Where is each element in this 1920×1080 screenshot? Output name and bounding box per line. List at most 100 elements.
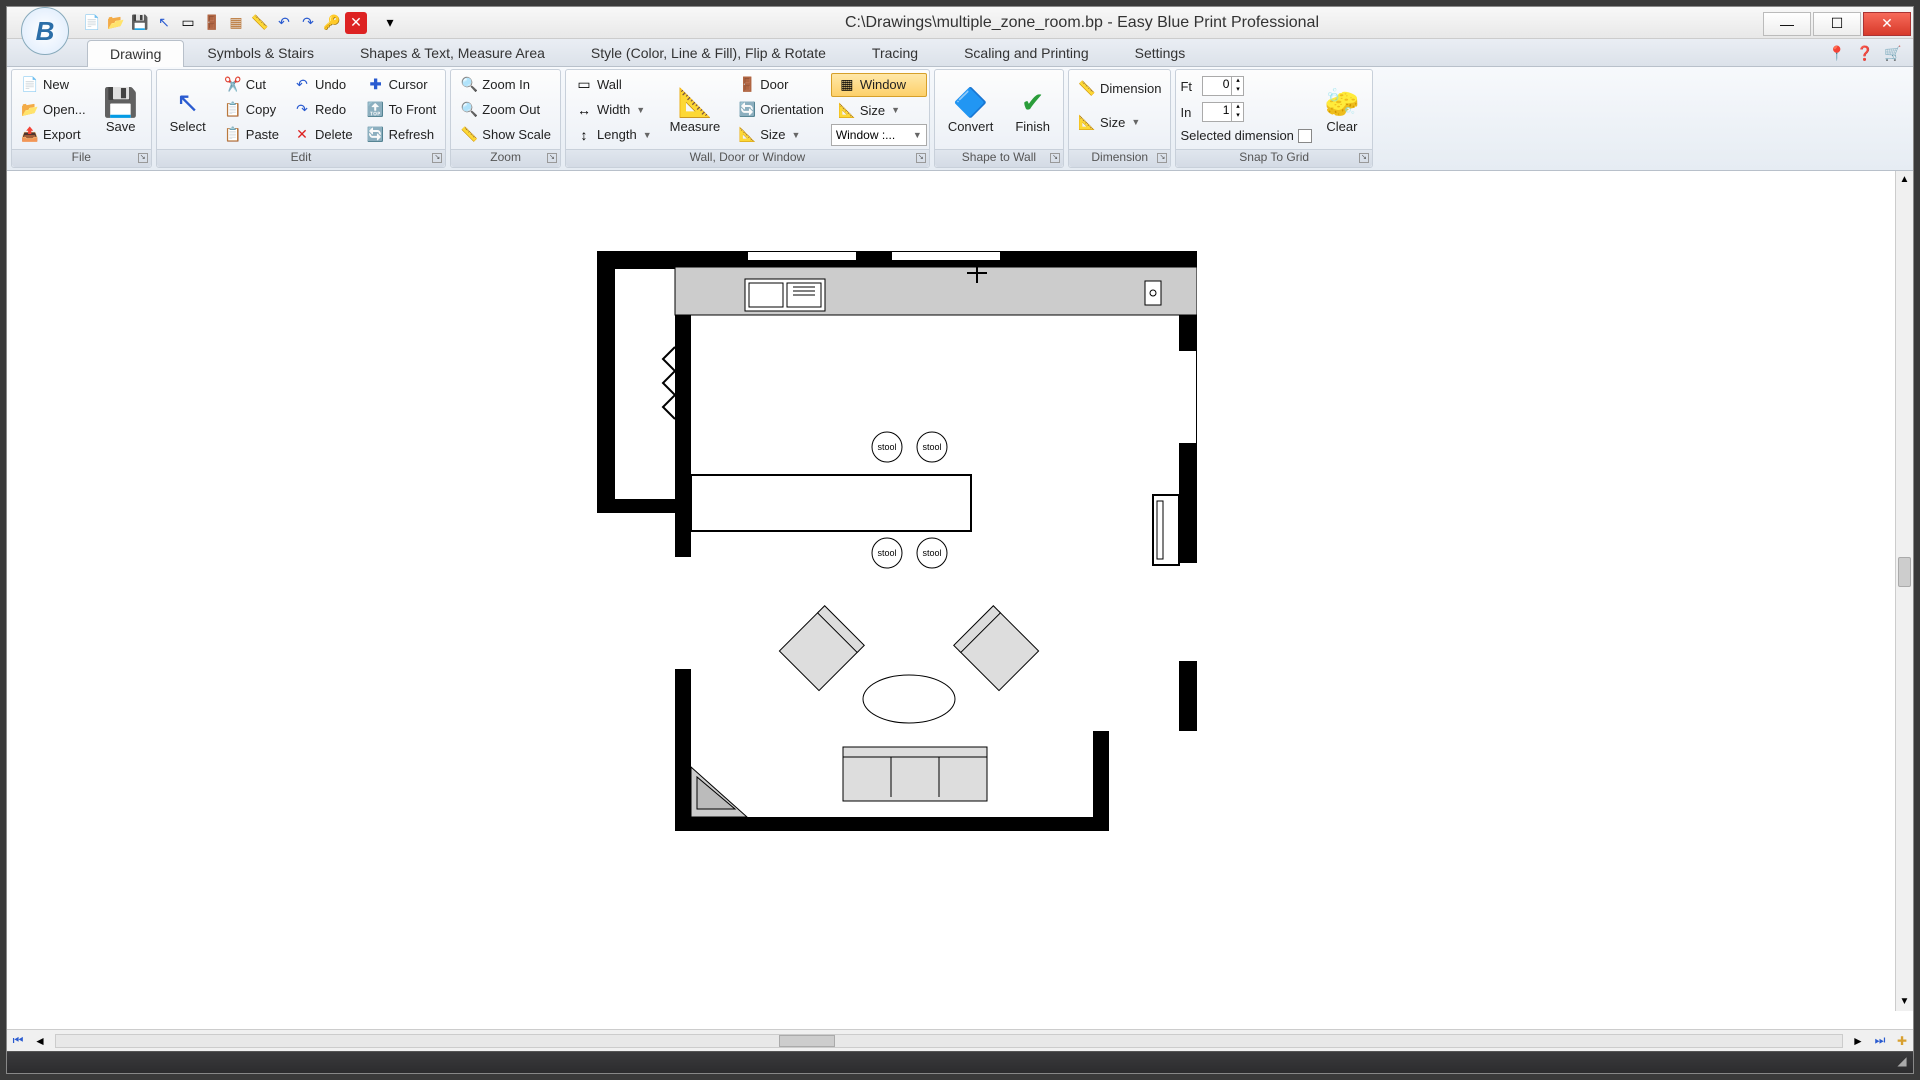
scroll-right-icon[interactable]: ► <box>1847 1034 1869 1048</box>
qat-window-icon[interactable]: ▦ <box>225 12 247 34</box>
wall-button[interactable]: ▭Wall <box>568 73 659 97</box>
cut-icon: ✂️ <box>224 76 242 94</box>
cursor-button[interactable]: ✚Cursor <box>360 73 444 97</box>
tab-drawing[interactable]: Drawing <box>87 40 184 67</box>
horizontal-scrollbar[interactable]: ⏮ ◄ ► ⏭ ✚ <box>7 1029 1913 1051</box>
delete-icon: ✕ <box>293 126 311 144</box>
convert-button[interactable]: 🔷Convert <box>937 72 1005 147</box>
zoomout-icon: 🔍 <box>460 101 478 119</box>
tab-shapes[interactable]: Shapes & Text, Measure Area <box>337 39 568 66</box>
qat-close-icon[interactable]: ✕ <box>345 12 367 34</box>
drawing-canvas[interactable]: ⇑ <box>7 171 1913 1029</box>
vscroll-thumb[interactable] <box>1898 557 1911 587</box>
cart-icon[interactable]: 🛒 <box>1883 43 1903 63</box>
tab-scaling[interactable]: Scaling and Printing <box>941 39 1112 66</box>
dim-size-button[interactable]: 📐Size▼ <box>1071 110 1168 134</box>
wdw-launcher[interactable]: ↘ <box>916 153 926 163</box>
title-bar: B 📄 📂 💾 ↖ ▭ 🚪 ▦ 📏 ↶ ↷ 🔑 ✕ ▾ C:\Drawings\… <box>7 7 1913 39</box>
dimension-button[interactable]: 📏Dimension <box>1071 76 1168 100</box>
size2-icon: 📐 <box>838 101 856 119</box>
save-button[interactable]: 💾Save <box>93 72 149 147</box>
tab-style[interactable]: Style (Color, Line & Fill), Flip & Rotat… <box>568 39 849 66</box>
vertical-scrollbar[interactable]: ▲ ▼ <box>1895 171 1913 1011</box>
door-button[interactable]: 🚪Door <box>731 73 831 97</box>
app-menu-button[interactable]: B <box>21 7 69 55</box>
shape-launcher[interactable]: ↘ <box>1050 153 1060 163</box>
in-input[interactable]: 1▴▾ <box>1202 102 1244 122</box>
qat-redo-icon[interactable]: ↷ <box>297 12 319 34</box>
delete-button[interactable]: ✕Delete <box>286 123 360 147</box>
length-button[interactable]: ↕Length▼ <box>568 123 659 147</box>
tab-settings[interactable]: Settings <box>1112 39 1209 66</box>
qat-customize-icon[interactable]: ▾ <box>379 12 401 34</box>
minimize-button[interactable]: — <box>1763 12 1811 36</box>
export-button[interactable]: 📤Export <box>14 123 93 147</box>
qat-cursor-icon[interactable]: ↖ <box>153 12 175 34</box>
width-button[interactable]: ↔Width▼ <box>568 98 659 122</box>
orientation-button[interactable]: 🔄Orientation <box>731 98 831 122</box>
ft-up[interactable]: ▴ <box>1232 77 1243 86</box>
in-up[interactable]: ▴ <box>1232 103 1243 112</box>
new-button[interactable]: 📄New <box>14 73 93 97</box>
file-launcher[interactable]: ↘ <box>138 153 148 163</box>
tofront-button[interactable]: 🔝To Front <box>360 98 444 122</box>
group-snap-title: Snap To Grid↘ <box>1176 149 1371 167</box>
scroll-up-icon[interactable]: ▲ <box>1896 171 1913 189</box>
finish-button[interactable]: ✔Finish <box>1004 72 1061 147</box>
group-file-title: File↘ <box>12 149 151 167</box>
window-button[interactable]: ▦Window <box>831 73 927 97</box>
measure-button[interactable]: 📐Measure <box>659 72 732 147</box>
last-page-icon[interactable]: ⏭ <box>1869 1033 1891 1048</box>
scroll-left-icon[interactable]: ◄ <box>29 1034 51 1048</box>
ft-input[interactable]: 0▴▾ <box>1202 76 1244 96</box>
zoom-launcher[interactable]: ↘ <box>547 153 557 163</box>
in-down[interactable]: ▾ <box>1232 112 1243 121</box>
close-button[interactable]: ✕ <box>1863 12 1911 36</box>
location-icon[interactable]: 📍 <box>1827 43 1847 63</box>
qat-open-icon[interactable]: 📂 <box>105 12 127 34</box>
add-page-icon[interactable]: ✚ <box>1891 1034 1913 1048</box>
qat-door-icon[interactable]: 🚪 <box>201 12 223 34</box>
zoomin-button[interactable]: 🔍Zoom In <box>453 73 558 97</box>
undo-button[interactable]: ↶Undo <box>286 73 360 97</box>
open-button[interactable]: 📂Open... <box>14 98 93 122</box>
ft-down[interactable]: ▾ <box>1232 86 1243 95</box>
dim-launcher[interactable]: ↘ <box>1157 153 1167 163</box>
snap-launcher[interactable]: ↘ <box>1359 153 1369 163</box>
hscroll-track[interactable] <box>55 1034 1843 1048</box>
tofront-icon: 🔝 <box>367 101 385 119</box>
qat-save-icon[interactable]: 💾 <box>129 12 151 34</box>
size2-button[interactable]: 📐Size▼ <box>831 98 927 122</box>
first-page-icon[interactable]: ⏮ <box>7 1033 29 1048</box>
seldim-checkbox[interactable] <box>1298 129 1312 143</box>
edit-launcher[interactable]: ↘ <box>432 153 442 163</box>
copy-icon: 📋 <box>224 101 242 119</box>
tab-tracing[interactable]: Tracing <box>849 39 941 66</box>
qat-key-icon[interactable]: 🔑 <box>321 12 343 34</box>
orientation-icon: 🔄 <box>738 101 756 119</box>
ribbon-tabs: Drawing Symbols & Stairs Shapes & Text, … <box>7 39 1913 67</box>
clear-button[interactable]: 🧽Clear <box>1314 72 1370 147</box>
hscroll-thumb[interactable] <box>779 1035 835 1047</box>
zoomout-button[interactable]: 🔍Zoom Out <box>453 98 558 122</box>
maximize-button[interactable]: ☐ <box>1813 12 1861 36</box>
clear-icon: 🧽 <box>1325 85 1359 119</box>
qat-dim-icon[interactable]: 📏 <box>249 12 271 34</box>
paste-button[interactable]: 📋Paste <box>217 123 286 147</box>
paste-icon: 📋 <box>224 126 242 144</box>
select-button[interactable]: ↖Select <box>159 72 217 147</box>
qat-ruler-icon[interactable]: ▭ <box>177 12 199 34</box>
window-type-combo[interactable]: Window :...▼ <box>831 124 927 146</box>
showscale-button[interactable]: 📏Show Scale <box>453 123 558 147</box>
qat-undo-icon[interactable]: ↶ <box>273 12 295 34</box>
resize-grip-icon[interactable]: ◢ <box>1893 1054 1911 1072</box>
copy-button[interactable]: 📋Copy <box>217 98 286 122</box>
help-icon[interactable]: ❓ <box>1855 43 1875 63</box>
cut-button[interactable]: ✂️Cut <box>217 73 286 97</box>
qat-new-icon[interactable]: 📄 <box>81 12 103 34</box>
tab-symbols[interactable]: Symbols & Stairs <box>184 39 337 66</box>
redo-button[interactable]: ↷Redo <box>286 98 360 122</box>
scroll-down-icon[interactable]: ▼ <box>1896 993 1913 1011</box>
size-button[interactable]: 📐Size▼ <box>731 123 831 147</box>
refresh-button[interactable]: 🔄Refresh <box>360 123 444 147</box>
